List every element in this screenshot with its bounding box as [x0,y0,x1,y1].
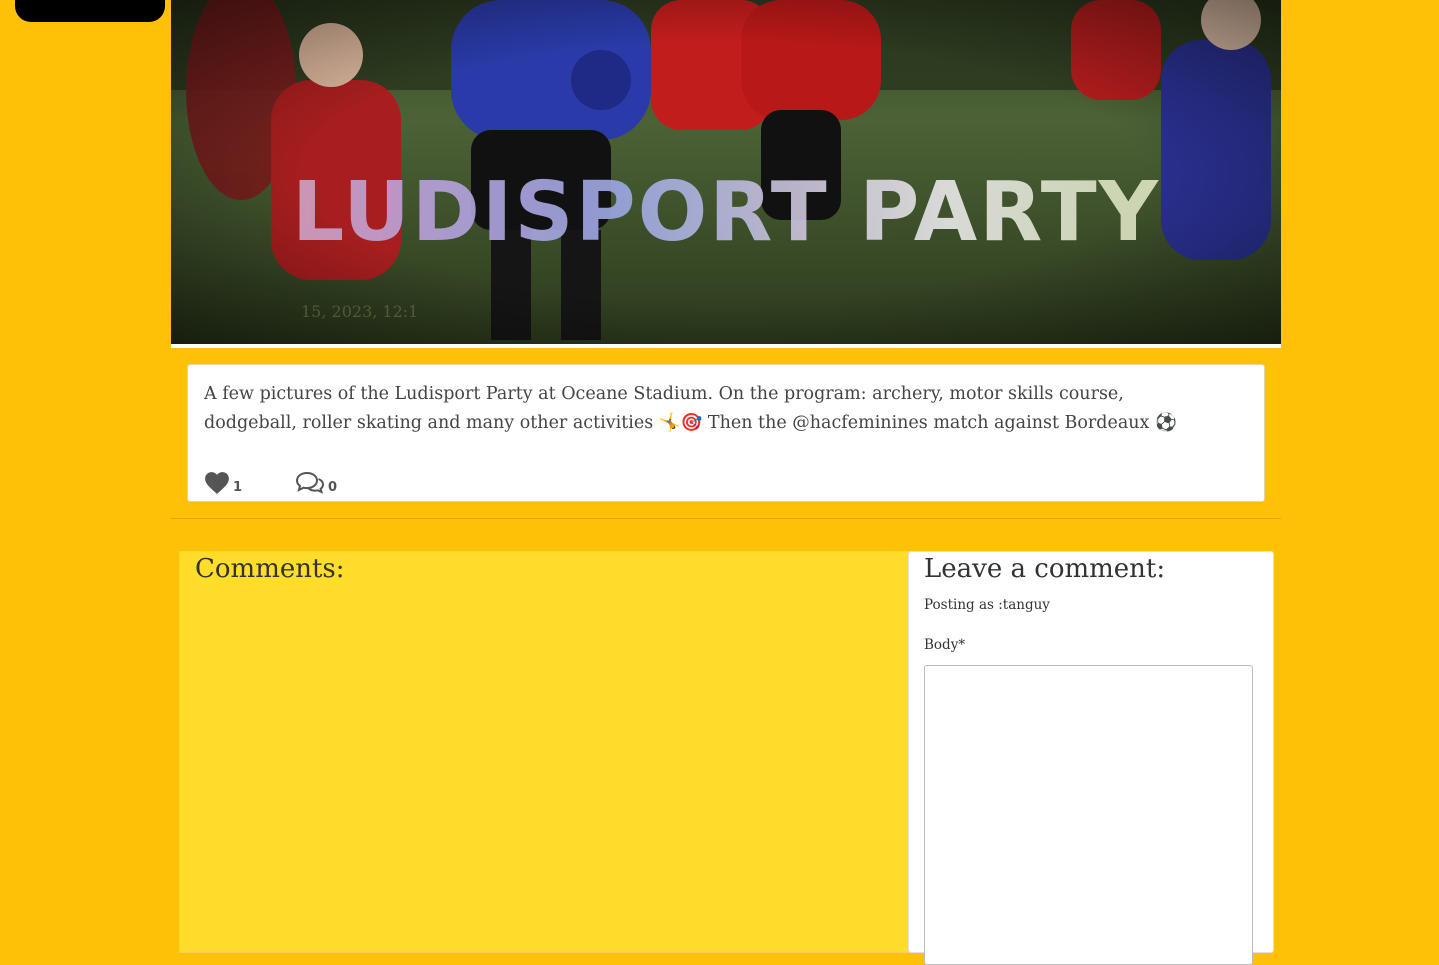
body-label: Body* [924,637,966,653]
like-count: 1 [233,480,243,495]
leave-comment-heading: Leave a comment: [924,554,1166,584]
posting-as-label: Posting as :tanguy [924,597,1050,613]
reactions-bar: 1 0 [204,469,337,495]
target-emoji: 🎯 [680,413,703,433]
comments-heading: Comments: [195,554,345,584]
comment-body-input[interactable] [924,665,1253,965]
comments-panel: Comments: [179,551,909,953]
post-card: A few pictures of the Ludisport Party at… [187,364,1265,502]
comments-button[interactable]: 0 [295,471,337,495]
section-divider [171,518,1281,519]
comment-count: 0 [328,480,338,495]
heart-icon [205,472,229,494]
comments-icon [296,471,325,494]
post-date: 15, 2023, 12:1 [301,302,419,321]
gymnast-emoji: 🤸 [658,413,681,433]
leave-comment-panel: Leave a comment: Posting as :tanguy Body… [908,551,1274,965]
hero-title: LUDISPORT PARTY [171,165,1281,260]
like-button[interactable]: 1 [204,471,242,495]
hero-banner: LUDISPORT PARTY 15, 2023, 12:1 [171,0,1281,348]
post-body-text-2: Then the @hacfeminines match against Bor… [702,413,1155,433]
post-body: A few pictures of the Ludisport Party at… [204,380,1214,438]
nav-menu-button[interactable] [15,0,165,22]
soccer-ball-emoji: ⚽ [1155,413,1177,433]
